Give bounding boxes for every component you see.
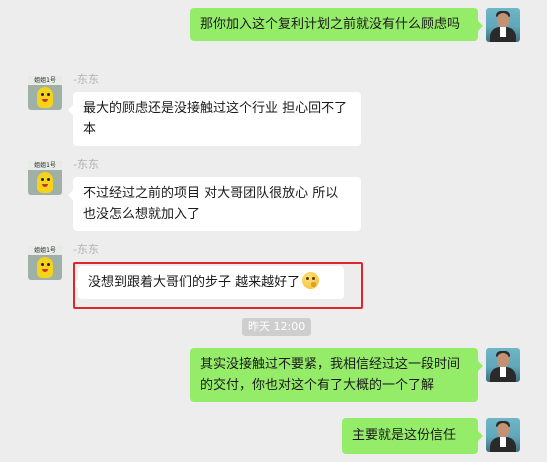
sender-name: -东东: [73, 158, 99, 171]
message-text: 其实没接触过不要紧，我相信经过这一段时间的交付，你也对这个有了大概的一个了解: [200, 357, 461, 393]
avatar-tag: 姐姐1号: [28, 161, 62, 170]
highlight-box: [73, 262, 363, 309]
sender-name: -东东: [73, 73, 99, 86]
avatar-tag: 姐姐1号: [28, 246, 62, 255]
avatar-tag: 姐姐1号: [28, 76, 62, 85]
message-bubble-peer[interactable]: 不过经过之前的项目 对大哥团队很放心 所以也没怎么想就加入了: [68, 177, 361, 231]
sender-name: -东东: [73, 243, 99, 256]
self-avatar[interactable]: [486, 348, 520, 382]
peer-avatar[interactable]: 姐姐1号: [28, 246, 62, 280]
peer-avatar[interactable]: 姐姐1号: [28, 161, 62, 195]
message-text: 最大的顾虑还是没接触过这个行业 担心回不了本: [83, 101, 348, 137]
chat-window: 那你加入这个复利计划之前就没有什么顾虑吗 姐姐1号 -东东 最大的顾虑还是没接触…: [0, 0, 547, 462]
message-bubble-self[interactable]: 那你加入这个复利计划之前就没有什么顾虑吗: [190, 8, 483, 41]
message-text: 不过经过之前的项目 对大哥团队很放心 所以也没怎么想就加入了: [83, 186, 339, 222]
peer-avatar[interactable]: 姐姐1号: [28, 76, 62, 110]
self-avatar[interactable]: [486, 8, 520, 42]
self-avatar[interactable]: [486, 418, 520, 452]
message-text: 主要就是这份信任: [352, 428, 457, 443]
message-bubble-peer[interactable]: 最大的顾虑还是没接触过这个行业 担心回不了本: [68, 92, 361, 146]
message-bubble-self[interactable]: 主要就是这份信任: [342, 418, 483, 454]
timestamp: 昨天 12:00: [242, 318, 312, 336]
message-bubble-self[interactable]: 其实没接触过不要紧，我相信经过这一段时间的交付，你也对这个有了大概的一个了解: [190, 348, 483, 402]
message-text: 那你加入这个复利计划之前就没有什么顾虑吗: [200, 17, 461, 32]
